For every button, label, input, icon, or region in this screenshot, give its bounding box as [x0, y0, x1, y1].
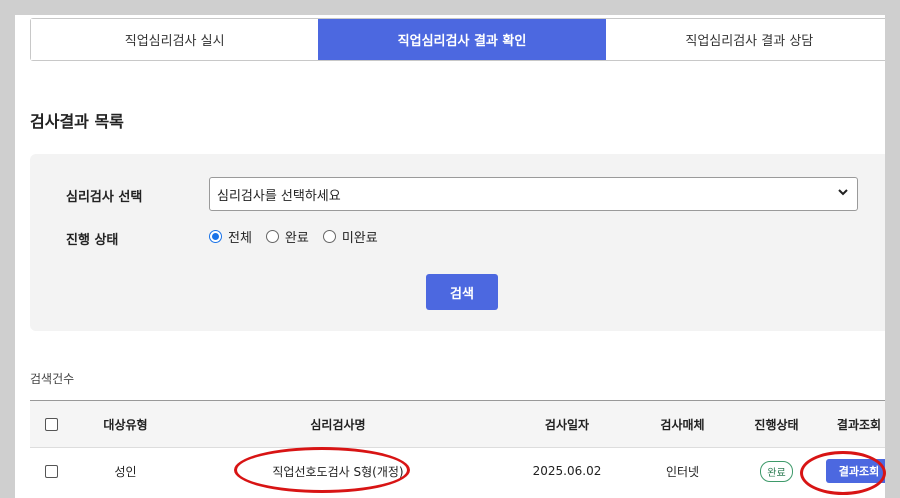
- status-label: 진행 상태: [66, 233, 119, 248]
- select-all-checkbox[interactable]: [45, 417, 58, 431]
- view-result-button[interactable]: 결과조회: [825, 459, 885, 483]
- radio-button-checked[interactable]: [209, 230, 222, 243]
- cell-result: 결과조회: [824, 459, 885, 483]
- table-header-row: 대상유형 심리검사명 검사일자 검사매체 진행상태 결과조회: [30, 401, 885, 448]
- status-option-label: 전체: [228, 231, 252, 246]
- tab-test-counsel[interactable]: 직업심리검사 결과 상담: [605, 19, 885, 60]
- chevron-down-icon: [837, 186, 849, 202]
- status-badge: 완료: [760, 460, 793, 482]
- header-medium: 검사매체: [660, 417, 705, 432]
- search-button[interactable]: 검색: [426, 274, 498, 310]
- status-option-incomplete[interactable]: 미완료: [322, 227, 378, 246]
- cell-target-type: 성인: [114, 464, 137, 479]
- status-option-complete[interactable]: 완료: [265, 227, 309, 246]
- result-count-label: 검색건수: [30, 372, 75, 386]
- status-radio-group: 전체 완료 미완료: [209, 227, 378, 246]
- header-target-type: 대상유형: [103, 417, 148, 432]
- test-select-dropdown[interactable]: 심리검사를 선택하세요: [209, 177, 858, 211]
- header-checkbox-cell: [30, 417, 73, 431]
- result-table: 대상유형 심리검사명 검사일자 검사매체 진행상태 결과조회 성인 직업선호도검…: [30, 400, 885, 494]
- row-checkbox[interactable]: [45, 464, 58, 478]
- cell-test-date: 2025.06.02: [532, 464, 602, 478]
- tab-test-take[interactable]: 직업심리검사 실시: [31, 19, 319, 60]
- cell-status: 완료: [729, 460, 824, 482]
- status-option-all[interactable]: 전체: [209, 227, 252, 246]
- tab-bar: 직업심리검사 실시 직업심리검사 결과 확인 직업심리검사 결과 상담: [30, 18, 885, 61]
- cell-medium: 인터넷: [665, 464, 700, 479]
- cell-test-name: 직업선호도검사 S형(개정): [272, 464, 404, 479]
- test-select-value: 심리검사를 선택하세요: [217, 188, 341, 204]
- page-title: 검사결과 목록: [30, 112, 124, 131]
- table-row: 성인 직업선호도검사 S형(개정) 2025.06.02 인터넷 완료 결과조회: [30, 448, 885, 494]
- radio-button[interactable]: [322, 230, 336, 243]
- status-option-label: 완료: [284, 231, 309, 246]
- row-checkbox-cell: [30, 464, 73, 478]
- status-option-label: 미완료: [341, 231, 378, 246]
- header-result: 결과조회: [836, 417, 882, 432]
- filter-panel: 심리검사 선택 심리검사를 선택하세요 진행 상태 전체 완료 미완료 검색: [30, 154, 885, 331]
- header-test-date: 검사일자: [544, 417, 590, 432]
- test-select-label: 심리검사 선택: [66, 190, 143, 205]
- page-container: 직업심리검사 실시 직업심리검사 결과 확인 직업심리검사 결과 상담 검사결과…: [15, 15, 885, 498]
- header-status: 진행상태: [754, 417, 799, 432]
- header-test-name: 심리검사명: [310, 417, 366, 432]
- tab-test-result[interactable]: 직업심리검사 결과 확인: [318, 19, 606, 60]
- radio-button[interactable]: [265, 230, 279, 243]
